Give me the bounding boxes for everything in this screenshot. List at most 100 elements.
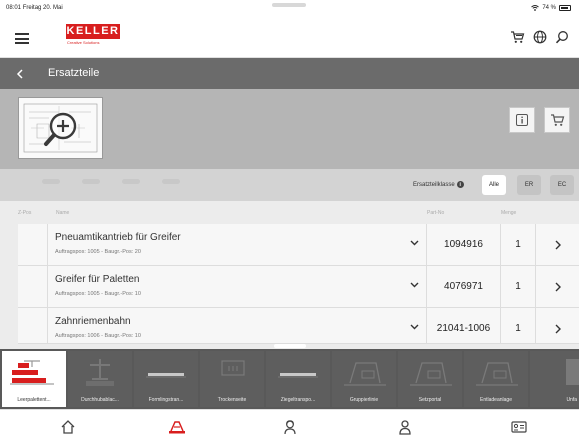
zoom-in-icon [44,112,77,146]
page-title: Ersatzteile [48,67,100,79]
bottom-tab-bar [0,409,579,443]
part-number: 21041-1006 [426,308,501,343]
part-quantity: 1 [501,224,536,265]
station-selector: Leerpalettent... Durchhubablac... Formli… [0,349,579,409]
station-formlingstransport[interactable]: Formlingstran... [134,351,198,407]
station-label: Gruppierlinie [349,397,379,403]
portal-machine-icon [410,362,452,386]
filter-bar: Ersatzteilklasse i Alle ER EC [0,169,579,201]
wifi-icon [531,5,540,11]
row-pos-cell [18,266,48,307]
station-label: Unfa [566,397,577,403]
status-time: 08:01 Freitag 20. Mai [6,5,63,11]
portal-machine-icon [476,362,518,386]
table-row[interactable]: Greifer für Paletten Auftragspos: 1005 -… [18,266,579,308]
status-bar: 08:01 Freitag 20. Mai 74 % [0,0,579,18]
table-header: Z-Pos Name Part-No Menge [0,201,579,223]
page-titlebar: Ersatzteile [0,58,579,89]
tab-home[interactable] [56,418,80,436]
globe-icon[interactable] [533,30,547,44]
station-label: Trockenseite [217,397,247,403]
service-person-icon [284,420,296,435]
column-header-name: Name [56,210,70,216]
part-position: Auftragspos: 1006 - Baugr.-Pos: 10 [55,333,141,339]
part-name: Zahnriemenbahn [55,316,131,327]
part-position: Auftragspos: 1005 - Baugr.-Pos: 10 [55,291,141,297]
back-button[interactable] [0,58,40,89]
part-number: 4076971 [426,266,501,307]
tab-service[interactable] [278,418,302,436]
info-icon [516,114,528,126]
dryer-icon [221,360,245,376]
station-label: Durchhubablac... [81,397,119,403]
row-pos-cell [18,308,48,343]
tab-user[interactable] [393,418,417,436]
part-name: Pneuamtikantrieb für Greifer [55,232,181,243]
drawing-preview-area [0,89,579,169]
conveyor-icon [146,373,186,378]
station-label: Setzportal [418,397,442,403]
pallet-conveyor-icon [10,360,54,385]
table-row[interactable]: Zahnriemenbahn Auftragspos: 1006 - Baugr… [18,308,579,344]
station-label: Entladeanlage [480,397,512,403]
app-header: KELLER Creative Solutions [0,18,579,58]
info-button[interactable] [509,107,535,133]
battery-percent: 74 % [542,5,556,11]
filter-option-alle[interactable]: Alle [482,175,506,195]
add-to-cart-button[interactable] [544,107,570,133]
row-detail-button[interactable] [536,266,579,307]
sheet-grabber[interactable] [274,344,306,348]
lift-station-icon [86,359,114,386]
info-icon[interactable]: i [456,181,464,188]
search-icon[interactable] [555,30,569,44]
station-label: Formlingstran... [148,397,184,403]
table-row[interactable]: Pneuamtikantrieb für Greifer Auftragspos… [18,224,579,266]
station-entladeanlage[interactable]: Entladeanlage [464,351,528,407]
column-header-partno: Part-No [427,210,445,216]
home-icon [61,420,75,434]
chevron-right-icon [555,324,561,333]
keller-logo: KELLER Creative Solutions [66,24,120,45]
part-position: Auftragspos: 1005 - Baugr.-Pos: 20 [55,249,141,255]
id-card-icon [511,421,527,433]
drawing-thumbnail[interactable] [18,97,103,159]
chevron-down-icon[interactable] [410,282,419,288]
page-indicator [42,179,180,184]
chevron-right-icon [555,240,561,249]
column-header-qty: Menge [501,210,517,216]
portal-machine-icon [344,362,386,386]
part-name: Greifer für Paletten [55,274,140,285]
cart-icon [550,114,564,126]
station-setzportal[interactable]: Setzportal [398,351,462,407]
user-icon [399,420,411,435]
station-leerpalettentransport[interactable]: Leerpalettent... [2,351,66,407]
station-trockenseite[interactable]: Trockenseite [200,351,264,407]
conveyor-icon [278,373,318,378]
row-detail-button[interactable] [536,308,579,343]
tab-id-card[interactable] [507,418,531,436]
part-number: 1094916 [426,224,501,265]
cart-icon[interactable] [510,30,525,44]
chevron-down-icon[interactable] [410,324,419,330]
station-label: Leerpalettent... [17,397,51,403]
part-quantity: 1 [501,308,536,343]
tab-machine[interactable] [165,418,189,436]
row-detail-button[interactable] [536,224,579,265]
machine-icon [566,359,579,385]
station-durchhubablage[interactable]: Durchhubablac... [68,351,132,407]
filter-option-ec[interactable]: EC [550,175,574,195]
station-ziegeltransport[interactable]: Ziegeltranspo... [266,351,330,407]
row-pos-cell [18,224,48,265]
station-label: Ziegeltranspo... [280,397,316,403]
chevron-down-icon[interactable] [410,240,419,246]
station-unfa[interactable]: Unfa [530,351,579,407]
station-gruppierlinie[interactable]: Gruppierlinie [332,351,396,407]
menu-icon[interactable] [15,33,29,44]
chevron-left-icon [16,68,23,79]
machine-icon [169,421,185,434]
spare-part-class-label: Ersatzteilklasse i [413,181,464,188]
part-quantity: 1 [501,266,536,307]
chevron-right-icon [555,282,561,291]
filter-option-er[interactable]: ER [517,175,541,195]
battery-icon [559,5,571,11]
